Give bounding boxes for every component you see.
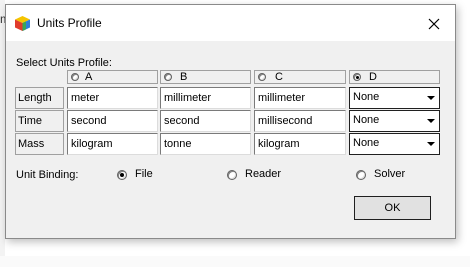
close-button[interactable] <box>420 11 448 37</box>
binding-solver-label: Solver <box>374 168 406 180</box>
time-b-field[interactable]: second <box>160 110 251 132</box>
cube-logo-icon <box>15 16 30 31</box>
profile-header-a[interactable]: A <box>67 70 158 84</box>
mass-c-field[interactable]: kilogram <box>254 133 346 155</box>
profile-b-radio[interactable] <box>164 73 172 81</box>
chevron-down-icon <box>427 96 435 100</box>
window-title: Units Profile <box>37 16 102 30</box>
units-profile-dialog: Units Profile Select Units Profile: A B … <box>5 4 456 239</box>
profile-c-label: C <box>275 71 283 83</box>
unit-binding-label: Unit Binding: <box>16 169 79 181</box>
ok-button[interactable]: OK <box>354 196 431 220</box>
chevron-down-icon <box>427 119 435 123</box>
length-b-field[interactable]: millimeter <box>160 87 251 109</box>
profile-d-radio[interactable] <box>353 73 361 81</box>
row-label-mass: Mass <box>15 133 64 155</box>
binding-file-label: File <box>135 168 153 180</box>
profile-b-label: B <box>180 71 188 83</box>
chevron-down-icon <box>427 142 435 146</box>
time-c-field[interactable]: millisecond <box>254 110 346 132</box>
length-c-field[interactable]: millimeter <box>254 87 346 109</box>
profile-header-c[interactable]: C <box>254 70 346 84</box>
select-units-profile-label: Select Units Profile: <box>16 57 112 69</box>
row-label-time: Time <box>15 110 64 132</box>
row-label-length: Length <box>15 87 64 109</box>
binding-solver-radio[interactable] <box>356 170 366 180</box>
time-d-dropdown[interactable]: None <box>349 110 440 132</box>
length-d-dropdown[interactable]: None <box>349 87 440 109</box>
binding-reader-radio[interactable] <box>227 170 237 180</box>
profile-header-d[interactable]: D <box>349 70 440 84</box>
mass-a-field[interactable]: kilogram <box>67 133 158 155</box>
length-a-field[interactable]: meter <box>67 87 158 109</box>
profile-a-label: A <box>85 71 93 83</box>
profile-header-b[interactable]: B <box>160 70 251 84</box>
mass-b-field[interactable]: tonne <box>160 133 251 155</box>
time-d-value: None <box>353 114 380 126</box>
profile-a-radio[interactable] <box>71 73 79 81</box>
profile-c-radio[interactable] <box>258 73 266 81</box>
mass-d-value: None <box>353 137 380 149</box>
length-d-value: None <box>353 91 380 103</box>
title-bar[interactable]: Units Profile <box>6 5 455 41</box>
mass-d-dropdown[interactable]: None <box>349 133 440 155</box>
binding-reader-label: Reader <box>245 168 282 180</box>
profile-d-label: D <box>369 71 377 83</box>
time-a-field[interactable]: second <box>67 110 158 132</box>
binding-file-radio[interactable] <box>117 170 127 180</box>
close-icon <box>428 18 440 30</box>
background-area <box>0 256 470 267</box>
